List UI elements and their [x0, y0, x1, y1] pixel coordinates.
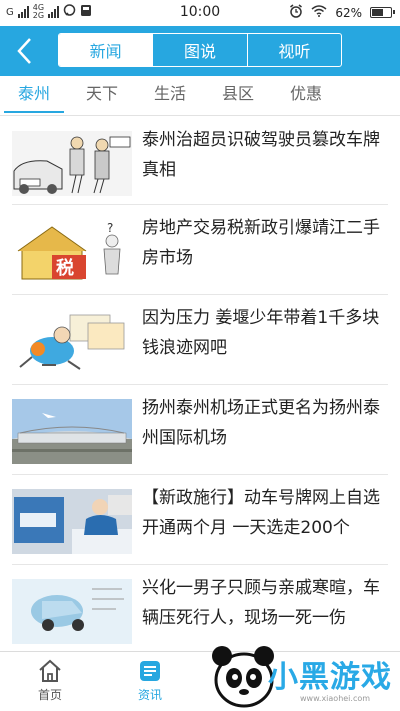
tab-videos[interactable]: 视听	[246, 34, 341, 66]
news-thumbnail	[12, 399, 132, 464]
category-taizhou[interactable]: 泰州	[0, 76, 68, 115]
watermark-brand: 小黑游戏	[268, 660, 392, 695]
svg-text:税: 税	[56, 257, 74, 279]
battery-percent: 62%	[335, 5, 362, 20]
news-thumbnail	[12, 309, 132, 374]
nav-news-label: 资讯	[137, 688, 162, 702]
app-header: 新闻 图说 视听	[0, 26, 400, 76]
news-thumbnail: 税 ?	[12, 219, 132, 284]
news-title: 【新政施行】动车号牌网上自选开通两个月 一天选走200个	[142, 488, 380, 538]
category-tabs: 泰州 天下 生活 县区 优惠	[0, 76, 400, 116]
news-title: 因为压力 姜堰少年带着1千多块钱浪迹网吧	[142, 308, 380, 358]
news-item[interactable]: 因为压力 姜堰少年带着1千多块钱浪迹网吧	[12, 295, 388, 385]
back-arrow-icon	[17, 38, 31, 64]
app-screen: G 4G 2G 10:00 62% 新闻 图说 视听 泰州 天下 生活 县区 优…	[0, 0, 400, 711]
wifi-icon	[311, 5, 327, 20]
news-title: 房地产交易税新政引爆靖江二手房市场	[142, 218, 380, 268]
tab-news[interactable]: 新闻	[59, 34, 153, 66]
back-button[interactable]	[10, 34, 40, 68]
tab-pictures[interactable]: 图说	[152, 34, 246, 66]
news-thumbnail	[12, 131, 132, 196]
nav-home[interactable]: 首页	[10, 658, 90, 703]
battery-fill	[372, 9, 383, 16]
status-bar: G 4G 2G 10:00 62%	[0, 0, 400, 26]
category-counties[interactable]: 县区	[204, 76, 272, 115]
news-title: 扬州泰州机场正式更名为扬州泰州国际机场	[142, 398, 380, 448]
svg-text:?: ?	[107, 221, 113, 235]
nav-home-label: 首页	[37, 688, 62, 702]
battery-icon	[370, 7, 395, 18]
nav-news[interactable]: 资讯	[110, 658, 190, 703]
home-icon	[39, 659, 61, 682]
status-right: 62%	[289, 4, 395, 21]
news-item[interactable]: 扬州泰州机场正式更名为扬州泰州国际机场	[12, 385, 388, 475]
category-deals[interactable]: 优惠	[272, 76, 340, 115]
news-icon	[140, 661, 160, 681]
news-item[interactable]: 【新政施行】动车号牌网上自选开通两个月 一天选走200个	[12, 475, 388, 565]
category-life[interactable]: 生活	[136, 76, 204, 115]
news-title: 兴化一男子只顾与亲戚寒暄，车辆压死行人，现场一死一伤	[142, 578, 380, 628]
news-thumbnail	[12, 579, 132, 644]
news-list: 泰州治超员识破驾驶员篡改车牌真相 税 ? 房地产交易税新政引爆靖江二手房市场 因…	[0, 117, 400, 655]
news-item[interactable]: 税 ? 房地产交易税新政引爆靖江二手房市场	[12, 205, 388, 295]
alarm-icon	[289, 4, 303, 21]
section-switcher: 新闻 图说 视听	[58, 33, 342, 67]
news-thumbnail	[12, 489, 132, 554]
watermark-url: www.xiaohei.com	[300, 694, 371, 703]
category-world[interactable]: 天下	[68, 76, 136, 115]
news-item[interactable]: 泰州治超员识破驾驶员篡改车牌真相	[12, 117, 388, 205]
news-title: 泰州治超员识破驾驶员篡改车牌真相	[142, 130, 380, 180]
